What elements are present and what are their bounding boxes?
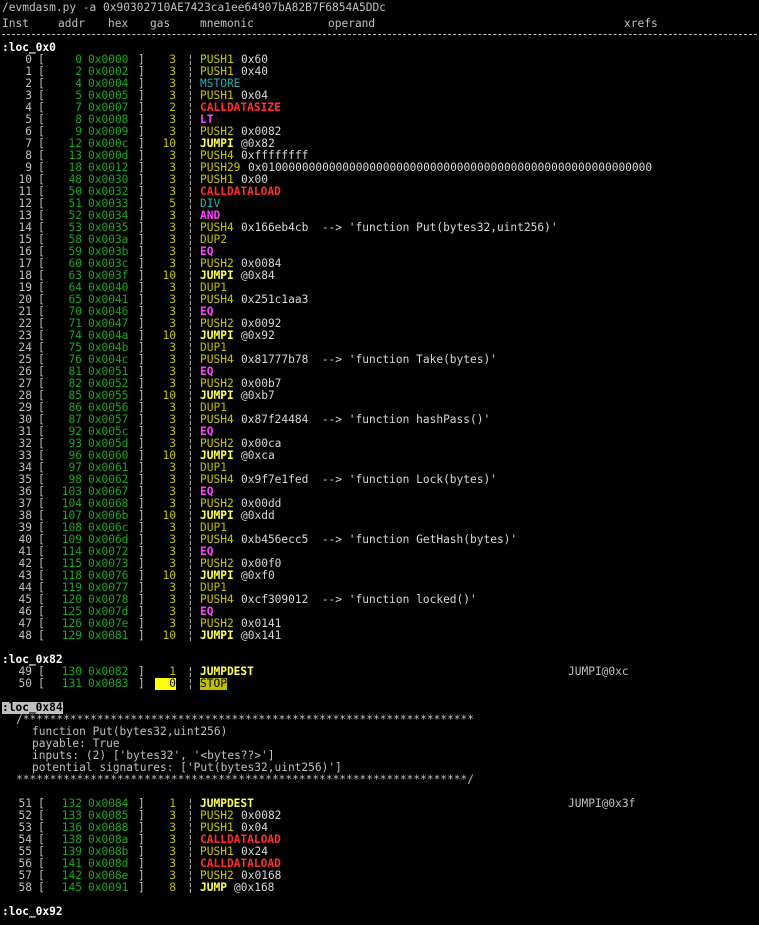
header-separator (2, 34, 757, 35)
operand: 0xcf309012 --> 'function locked()' (241, 593, 477, 606)
column-divider: ¦ (187, 677, 194, 690)
operand: 0x9f7e1fed --> 'function Lock(bytes)' (241, 473, 497, 486)
gas: 10 (162, 629, 176, 642)
bracket-close: ] (138, 677, 145, 690)
mnemonic: JUMPI (200, 629, 234, 642)
bracket-open: [ (38, 881, 45, 894)
operand: 0x87f24484 --> 'function hashPass()' (241, 413, 491, 426)
col-addr: addr (58, 17, 85, 30)
terminal-window: /evmdasm.py -a 0x90302710AE7423ca1ee6490… (0, 0, 759, 925)
instruction-row[interactable]: 58 [145 0x0091] 8 ¦ JUMP @0x168 (0, 882, 759, 894)
col-gas: gas (150, 17, 171, 30)
mnemonic: JUMP (200, 881, 227, 894)
inst-index: 58 (18, 881, 32, 894)
addr: 145 (61, 881, 82, 894)
hex-addr: 0x0091 (88, 881, 129, 894)
xref: JUMPI@0x3f (568, 797, 636, 810)
operand: @0xca (241, 449, 275, 462)
inst-index: 48 (18, 629, 32, 642)
gas: 0 (155, 678, 176, 690)
column-divider: ¦ (187, 629, 194, 642)
function-comment-line: ****************************************… (16, 773, 475, 786)
bracket-open: [ (38, 629, 45, 642)
operand: @0x141 (241, 629, 282, 642)
column-header: Inst addr hex gas mnemonic operand xrefs (0, 18, 759, 30)
operand: @0xf0 (241, 569, 275, 582)
section-label[interactable]: :loc_0x82 (2, 654, 63, 666)
col-operand: operand (328, 17, 376, 30)
operand: @0x168 (234, 881, 275, 894)
inst-index: 50 (18, 677, 32, 690)
bracket-open: [ (38, 677, 45, 690)
gas: 8 (169, 881, 176, 894)
operand: 0x251c1aa3 (241, 293, 309, 306)
operand: @0x84 (241, 269, 275, 282)
bracket-close: ] (138, 881, 145, 894)
hex-addr: 0x0083 (88, 677, 129, 690)
operand: 0x40 (241, 65, 268, 78)
section-label[interactable]: :loc_0x92 (2, 906, 63, 918)
operand: @0xdd (241, 509, 275, 522)
col-mnemonic: mnemonic (200, 17, 254, 30)
instruction-row[interactable]: 48 [129 0x0081] 10 ¦ JUMPI @0x141 (0, 630, 759, 642)
operand: 0x81777b78 --> 'function Take(bytes)' (241, 353, 497, 366)
operand: @0x92 (241, 329, 275, 342)
xref: JUMPI@0xc (568, 665, 629, 678)
addr: 131 (61, 677, 82, 690)
column-divider: ¦ (187, 881, 194, 894)
bracket-close: ] (138, 629, 145, 642)
operand: @0xb7 (241, 389, 275, 402)
addr: 129 (61, 629, 82, 642)
operand: 0x01000000000000000000000000000000000000… (248, 161, 653, 174)
col-inst: Inst (2, 17, 29, 30)
mnemonic: STOP (200, 677, 227, 690)
hex-addr: 0x0081 (88, 629, 129, 642)
col-xrefs: xrefs (624, 17, 658, 30)
col-hex: hex (108, 17, 129, 30)
operand: 0xb456ecc5 --> 'function GetHash(bytes)' (241, 533, 518, 546)
instruction-row[interactable]: 50 [131 0x0083] 0 ¦ STOP (0, 678, 759, 690)
command-line: /evmdasm.py -a 0x90302710AE7423ca1ee6490… (2, 1, 386, 14)
operand: 0x166eb4cb --> 'function Put(bytes32,uin… (241, 221, 558, 234)
